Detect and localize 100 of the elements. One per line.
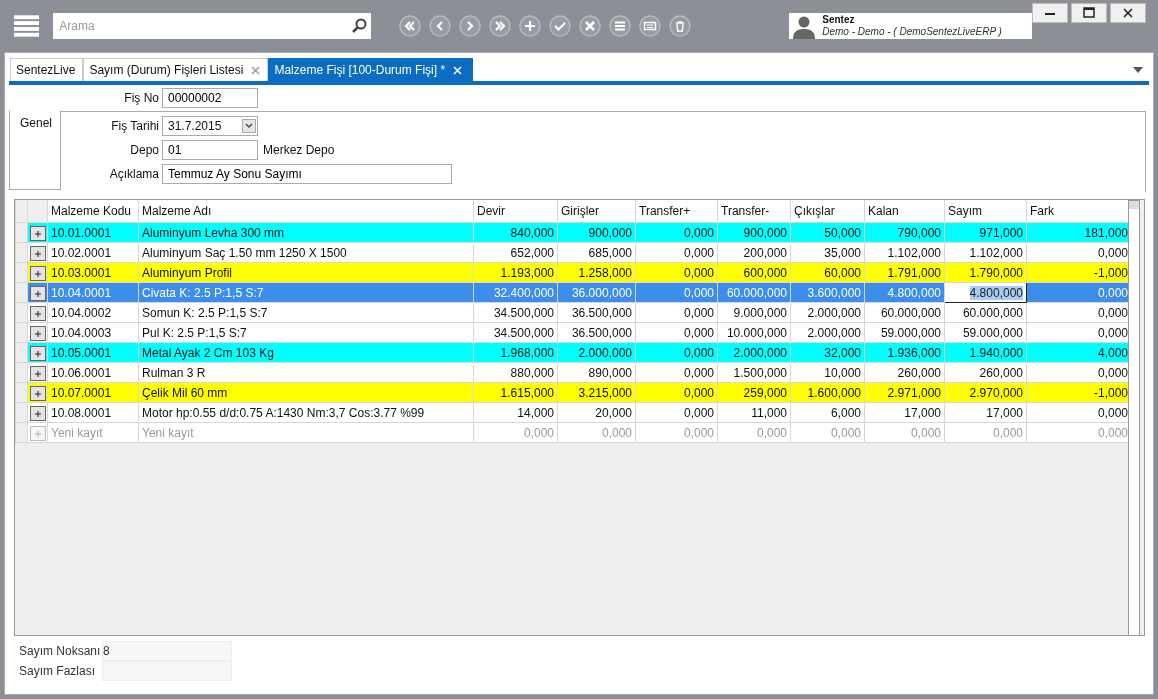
table-cell: 790,000 [864, 222, 945, 243]
check-icon[interactable] [549, 15, 572, 37]
table-cell: Yeni kayıt [138, 422, 474, 443]
trash-icon[interactable] [669, 15, 692, 37]
list-icon[interactable] [609, 15, 632, 37]
table-cell: Aluminyum Saç 1.50 mm 1250 X 1500 [138, 242, 474, 263]
table-cell: 10.05.0001 [47, 342, 139, 363]
table-cell: 0,000 [635, 342, 718, 363]
table-cell: 60,000 [790, 262, 865, 283]
dropdown-icon[interactable] [242, 119, 256, 133]
table-cell: 10.03.0001 [47, 262, 139, 283]
table-cell: Pul K: 2.5 P:1,5 S:7 [138, 322, 474, 343]
last-icon[interactable] [489, 15, 512, 37]
table-cell: 2.000,000 [790, 302, 865, 323]
column-header[interactable]: Malzeme Kodu [47, 200, 139, 223]
dropdown-icon[interactable] [1133, 67, 1143, 73]
table-cell: 32,000 [790, 342, 865, 363]
close-button[interactable] [1110, 3, 1146, 23]
table-cell: 2.000,000 [717, 342, 791, 363]
table-cell: 10.04.0003 [47, 322, 139, 343]
first-icon[interactable] [399, 15, 422, 37]
previous-icon[interactable] [429, 15, 452, 37]
table-cell: 259,000 [717, 382, 791, 403]
table-cell: Civata K: 2.5 P:1,5 S:7 [138, 282, 474, 303]
table-cell: 0,000 [790, 422, 865, 443]
table-cell: 0,000 [635, 422, 718, 443]
table-cell: 10.000,000 [717, 322, 791, 343]
table-cell: 9.000,000 [717, 302, 791, 323]
expand-button[interactable] [30, 386, 46, 401]
table-cell: 880,000 [473, 362, 558, 383]
table-cell: 0,000 [635, 222, 718, 243]
column-header[interactable]: Malzeme Adı [138, 200, 474, 223]
column-header[interactable]: Çıkışlar [790, 200, 865, 223]
plus-icon [35, 250, 41, 257]
menu-icon[interactable] [14, 14, 40, 38]
field-label: Sayım Fazlası [19, 664, 97, 678]
table-cell: 59.000,000 [864, 322, 945, 343]
column-header[interactable]: Transfer- [717, 200, 791, 223]
column-header[interactable]: Girişler [557, 200, 636, 223]
table-cell: 35,000 [790, 242, 865, 263]
depot-name: Merkez Depo [263, 143, 335, 157]
table-cell: 11,000 [717, 402, 791, 423]
add-icon[interactable] [519, 15, 542, 37]
tab[interactable]: Malzeme Fişi [100-Durum Fişi] * [268, 58, 474, 81]
table-cell: 260,000 [864, 362, 945, 383]
plus-icon [35, 330, 41, 337]
user-name: Sentez [822, 14, 856, 26]
input-field[interactable]: 01 [162, 140, 258, 160]
expand-button[interactable] [30, 226, 46, 241]
table-cell: Aluminyum Profil [138, 262, 474, 283]
table-cell: 2.970,000 [944, 382, 1027, 403]
table-cell: 200,000 [717, 242, 791, 263]
input-field[interactable]: 00000002 [162, 88, 258, 108]
table-cell: 900,000 [717, 222, 791, 243]
minimize-button[interactable] [1032, 3, 1068, 23]
table-cell: 10.04.0002 [47, 302, 139, 323]
table-cell: 10.08.0001 [47, 402, 139, 423]
table-cell: 36.000,000 [557, 282, 636, 303]
field-label: Fiş No [123, 91, 159, 105]
table-cell: 0,000 [473, 422, 558, 443]
table-cell: 890,000 [557, 362, 636, 383]
table-cell: 2.971,000 [864, 382, 945, 403]
table-cell: 971,000 [944, 222, 1027, 243]
plus-icon [35, 310, 41, 317]
next-icon[interactable] [459, 15, 482, 37]
scrollbar[interactable] [1128, 200, 1140, 636]
table-cell: 10.07.0001 [47, 382, 139, 403]
keyboard-icon[interactable] [639, 15, 662, 37]
expand-button[interactable] [30, 346, 46, 361]
column-header[interactable]: Transfer+ [635, 200, 718, 223]
table-cell: 17,000 [944, 402, 1027, 423]
expand-button[interactable] [30, 266, 46, 281]
expand-button[interactable] [30, 286, 46, 301]
date-field[interactable]: 31.7.2015 [162, 116, 258, 136]
search-icon[interactable] [351, 18, 368, 34]
table-cell: 0,000 [635, 242, 718, 263]
column-header[interactable]: Devir [473, 200, 558, 223]
table-cell: 1.936,000 [864, 342, 945, 363]
maximize-button[interactable] [1071, 3, 1107, 23]
tab[interactable]: Genel [9, 110, 61, 190]
user-icon [792, 15, 817, 39]
table-cell: Çelik Mil 60 mm [138, 382, 474, 403]
input-field[interactable]: 8 [102, 641, 232, 661]
expand-button[interactable] [30, 246, 46, 261]
expand-button[interactable] [30, 366, 46, 381]
expand-button[interactable] [30, 326, 46, 341]
plus-icon [35, 270, 41, 277]
table-cell: 10.02.0001 [47, 242, 139, 263]
plus-icon [35, 410, 41, 417]
column-header[interactable]: Kalan [864, 200, 945, 223]
column-header[interactable]: Sayım [944, 200, 1027, 223]
table-cell: 14,000 [473, 402, 558, 423]
search-field[interactable]: Arama [53, 13, 372, 39]
table-cell: 10.04.0001 [47, 282, 139, 303]
expand-button[interactable] [30, 306, 46, 321]
input-field[interactable]: Temmuz Ay Sonu Sayımı [162, 164, 452, 184]
expand-button[interactable] [30, 406, 46, 421]
table-cell: 1.940,000 [944, 342, 1027, 363]
table-cell: Rulman 3 R [138, 362, 474, 383]
table-cell: 20,000 [557, 402, 636, 423]
